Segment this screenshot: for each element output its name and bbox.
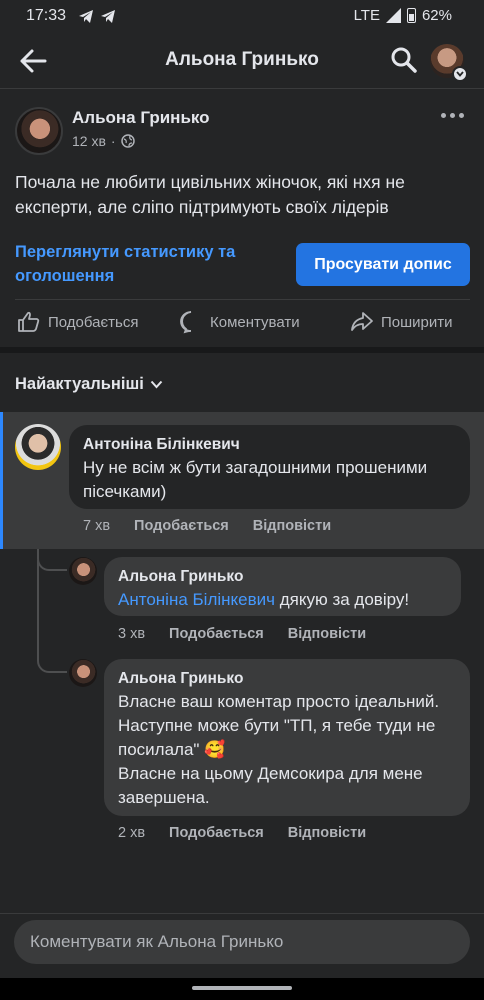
comment-text: Ну не всім ж бути загадошними прошеними … [83,458,428,501]
reply-text: Антоніна Білінкевич дякую за довіру! [118,588,447,612]
comment-like-button[interactable]: Подобається [134,518,229,534]
battery-percent: 62% [421,7,452,24]
comment-reply-button[interactable]: Відповісти [253,518,331,534]
like-label: Подобається [48,313,139,331]
share-arrow-icon [351,312,373,331]
comment-author-name[interactable]: Антоніна Білінкевич [83,434,456,456]
comment-sort-dropdown[interactable]: Найактуальніші [15,375,163,394]
reply-reply-button[interactable]: Відповісти [288,825,366,841]
reply-author-avatar[interactable] [69,557,97,585]
reply-time: 2 хв [118,825,146,841]
reply-like-button[interactable]: Подобається [169,626,264,642]
app-header: Альона Гринько [0,34,484,88]
telegram-icon [101,10,115,23]
reply-bubble: Альона Гринько Власне ваш коментар прост… [104,659,470,816]
comment-bubble: Антоніна Білінкевич Ну не всім ж бути за… [69,425,470,509]
post-time[interactable]: 12 хв [72,133,106,149]
network-label: LTE [353,7,380,24]
sort-label: Найактуальніші [15,375,144,393]
section-separator [0,347,484,353]
post-text: Почала не любити цивільних жіночок, які … [15,172,405,217]
globe-icon[interactable] [120,134,135,148]
comment-button[interactable]: Коментувати [179,310,300,334]
system-nav-bar [0,978,484,1000]
reply-bubble: Альона Гринько Антоніна Білінкевич дякую… [104,557,461,616]
mention-link[interactable]: Антоніна Білінкевич [118,590,275,609]
reply-author-avatar[interactable] [69,659,97,687]
battery-icon [406,8,416,23]
post-meta: 12 хв · [72,133,135,149]
chevron-down-icon [150,380,163,389]
view-insights-link[interactable]: Переглянути статистику та оголошення [15,240,275,288]
telegram-icon [79,10,93,23]
post-author-name[interactable]: Альона Гринько [72,108,210,128]
post-actions: Подобається Коментувати Поширити [0,300,484,346]
reply-like-button[interactable]: Подобається [169,825,264,841]
profile-switch-button[interactable] [430,44,468,82]
share-label: Поширити [381,313,453,331]
post-author-avatar[interactable] [15,107,63,155]
home-gesture-handle[interactable] [192,986,292,990]
status-bar: 17:33 LTE 62% [0,0,484,34]
meta-separator: · [110,133,116,149]
status-time: 17:33 [26,7,67,24]
comment-input[interactable]: Коментувати як Альона Гринько [14,920,470,964]
header-divider [0,88,484,89]
comment-author-avatar[interactable] [15,424,61,470]
reply-actions: 3 хв Подобається Відповісти [118,626,366,642]
reply-reply-button[interactable]: Відповісти [288,626,366,642]
more-dot-icon [441,112,446,118]
post-more-button[interactable] [441,106,465,124]
reply-author-name[interactable]: Альона Гринько [118,566,447,588]
reply-thread-line [37,560,67,673]
highlighted-comment: Антоніна Білінкевич Ну не всім ж бути за… [0,412,484,549]
search-button[interactable] [390,46,418,74]
boost-post-button[interactable]: Просувати допис [296,243,470,286]
signal-icon [385,8,401,23]
reply-time: 3 хв [118,626,146,642]
thumbs-up-icon [18,311,40,332]
highlight-indicator [0,412,3,549]
reply-text: Власне ваш коментар просто ідеальний. На… [118,692,440,807]
comment-time: 7 хв [83,518,111,534]
comment-bubble-icon [180,311,192,334]
reply-author-name[interactable]: Альона Гринько [118,668,456,690]
comment-actions: 7 хв Подобається Відповісти [83,518,331,534]
comment-label: Коментувати [210,313,300,331]
reply-actions: 2 хв Подобається Відповісти [118,825,366,841]
like-button[interactable]: Подобається [17,310,138,334]
chevron-down-icon [452,66,468,82]
search-icon [391,47,417,73]
share-button[interactable]: Поширити [350,310,453,334]
reply-text-body: дякую за довіру! [275,590,410,609]
